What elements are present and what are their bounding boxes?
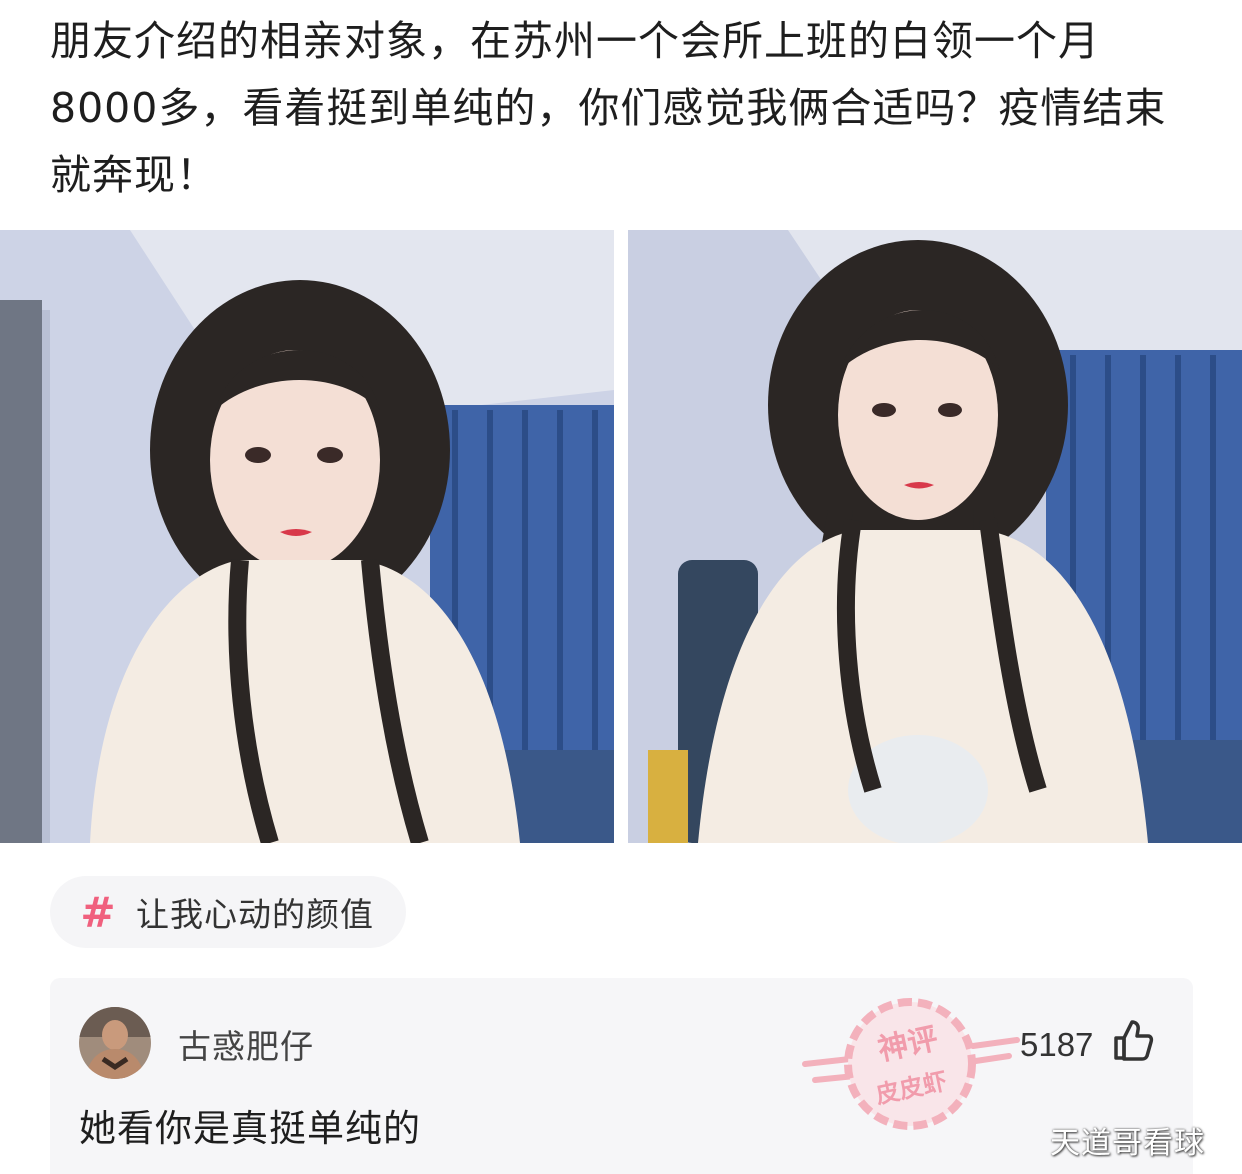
topic-label: 让我心动的颜值: [136, 895, 374, 934]
avatar[interactable]: [79, 1007, 151, 1079]
hashtag-icon: #: [80, 887, 116, 937]
thumbs-up-icon[interactable]: [1112, 1018, 1154, 1062]
post-photo-1[interactable]: [0, 230, 614, 843]
topic-chip[interactable]: # 让我心动的颜值: [50, 876, 406, 948]
watermark: 天道哥看球: [1050, 1126, 1205, 1161]
like-count: 5187: [1020, 1026, 1094, 1063]
photo-2-image: [628, 230, 1242, 843]
comment-text: 她看你是真挺单纯的: [79, 1107, 421, 1150]
post-text: 朋友介绍的相亲对象，在苏州一个会所上班的白领一个月8000多，看着挺到单纯的，你…: [50, 17, 1167, 199]
photo-1-image: [0, 230, 614, 843]
post-photo-2[interactable]: [628, 230, 1242, 843]
featured-comment-stamp-icon: 神评 皮皮虾: [802, 998, 1020, 1130]
comment-username[interactable]: 古惑肥仔: [178, 1020, 314, 1068]
top-comment[interactable]: 古惑肥仔 神评 皮皮虾 5187 她看你是真挺单纯的: [50, 978, 1193, 1174]
